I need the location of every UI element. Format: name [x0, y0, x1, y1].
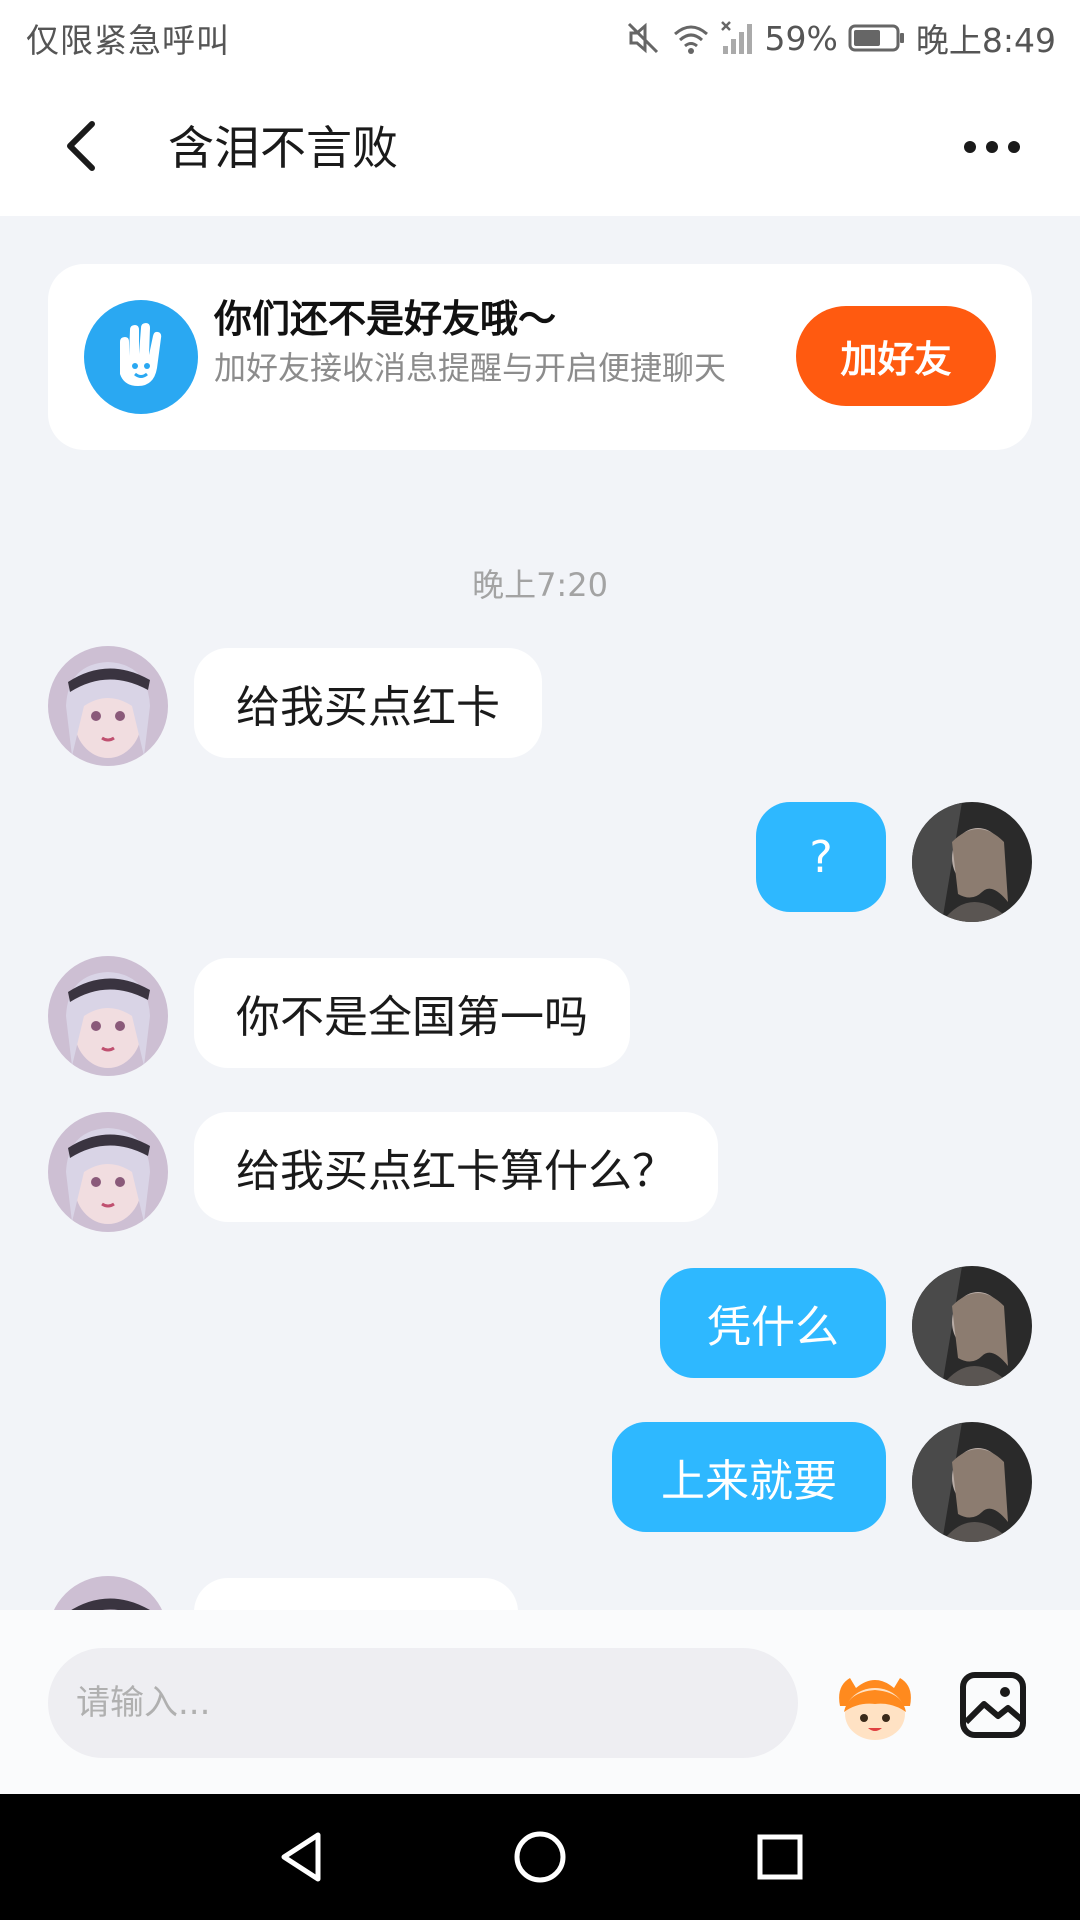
back-icon[interactable]	[58, 116, 108, 176]
outgoing-message: 凭什么	[660, 1268, 886, 1378]
battery-icon	[848, 23, 906, 53]
message-input-bar	[0, 1610, 1080, 1794]
outgoing-message: 上来就要	[612, 1422, 886, 1532]
nav-home-icon[interactable]	[510, 1827, 570, 1887]
incoming-message: 给我买点红卡算什么？	[194, 1112, 718, 1222]
message-input[interactable]	[48, 1648, 798, 1758]
emoji-icon[interactable]	[832, 1666, 918, 1746]
my-avatar[interactable]	[912, 1266, 1032, 1386]
add-friend-button[interactable]: 加好友	[796, 306, 996, 406]
my-avatar[interactable]	[912, 1422, 1032, 1542]
status-icons: 59% 晚上8:49	[625, 14, 1056, 62]
clock-text: 晚上8:49	[915, 21, 1056, 60]
contact-avatar[interactable]	[48, 646, 168, 766]
carrier-status-text: 仅限紧急呼叫	[26, 21, 230, 60]
nav-back-icon[interactable]	[272, 1827, 332, 1887]
image-icon[interactable]	[958, 1670, 1028, 1740]
my-avatar[interactable]	[912, 802, 1032, 922]
wifi-icon	[671, 20, 711, 56]
system-navigation-bar	[0, 1794, 1080, 1920]
battery-percent: 59%	[764, 18, 838, 58]
chat-timestamp: 晚上7:20	[472, 566, 608, 604]
chat-title: 含泪不言败	[168, 121, 398, 175]
chat-header: 含泪不言败	[0, 76, 1080, 216]
incoming-message: 给我买点红卡	[194, 648, 542, 758]
mute-icon	[625, 20, 661, 56]
more-icon[interactable]	[960, 132, 1024, 162]
nav-recents-icon[interactable]	[750, 1827, 810, 1887]
contact-avatar[interactable]	[48, 1112, 168, 1232]
contact-avatar[interactable]	[48, 956, 168, 1076]
signal-icon	[720, 20, 755, 56]
status-bar: 仅限紧急呼叫 59% 晚上8:49	[0, 0, 1080, 76]
outgoing-message: ?	[756, 802, 886, 912]
incoming-message: 你不是全国第一吗	[194, 958, 630, 1068]
banner-subtitle: 加好友接收消息提醒与开启便捷聊天	[214, 349, 727, 387]
wave-hand-icon	[84, 300, 198, 414]
banner-title: 你们还不是好友哦～	[214, 297, 557, 341]
add-friend-banner: 你们还不是好友哦～ 加好友接收消息提醒与开启便捷聊天 加好友	[48, 264, 1032, 450]
